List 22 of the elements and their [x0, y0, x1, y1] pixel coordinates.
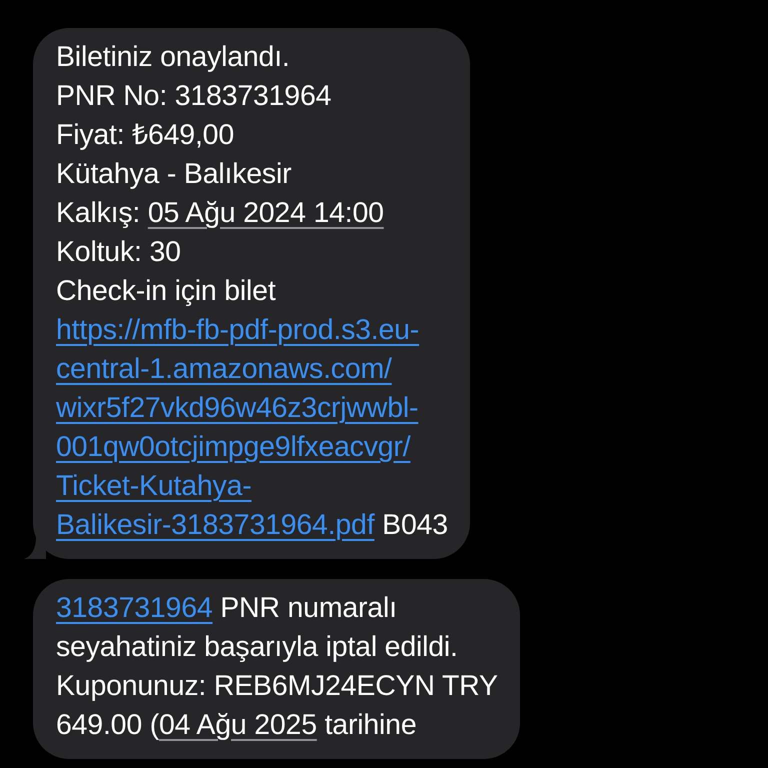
message-text: B043 [381, 509, 448, 541]
message-link[interactable]: central-1.amazonaws.com/ [56, 353, 392, 385]
message-link[interactable]: 001qw0otcjimpge9lfxeacvgr/ [56, 431, 410, 463]
message-text: tarihine [324, 709, 416, 741]
date-link[interactable]: 05 Ağu 2024 14:00 [148, 197, 384, 229]
message-text: PNR numaralı [219, 592, 397, 624]
message-link[interactable]: wixr5f27vkd96w46z3crjwwbl- [56, 392, 418, 424]
message-text: 649.00 ( [56, 709, 159, 741]
message-text: Fiyat: ₺649,00 [56, 119, 234, 151]
message-link[interactable]: 3183731964 [56, 592, 213, 624]
message-link[interactable]: https://mfb-fb-pdf-prod.s3.eu- [56, 314, 420, 346]
message-link[interactable]: Balikesir-3183731964.pdf [56, 509, 374, 541]
message-text: Kuponunuz: REB6MJ24ECYN TRY [56, 670, 498, 702]
message-text: seyahatiniz başarıyla iptal edildi. [56, 631, 458, 663]
message-text: Koltuk: 30 [56, 236, 181, 268]
message-text: Biletiniz onaylandı. [56, 41, 290, 73]
message-text: Kalkış: [56, 197, 142, 229]
message-text: PNR No: 3183731964 [56, 80, 332, 112]
message-text: Check-in için bilet [56, 275, 276, 307]
message-link[interactable]: Ticket-Kutahya- [56, 470, 252, 502]
date-link[interactable]: 04 Ağu 2025 [158, 709, 317, 741]
message-text: Kütahya - Balıkesir [56, 158, 292, 190]
